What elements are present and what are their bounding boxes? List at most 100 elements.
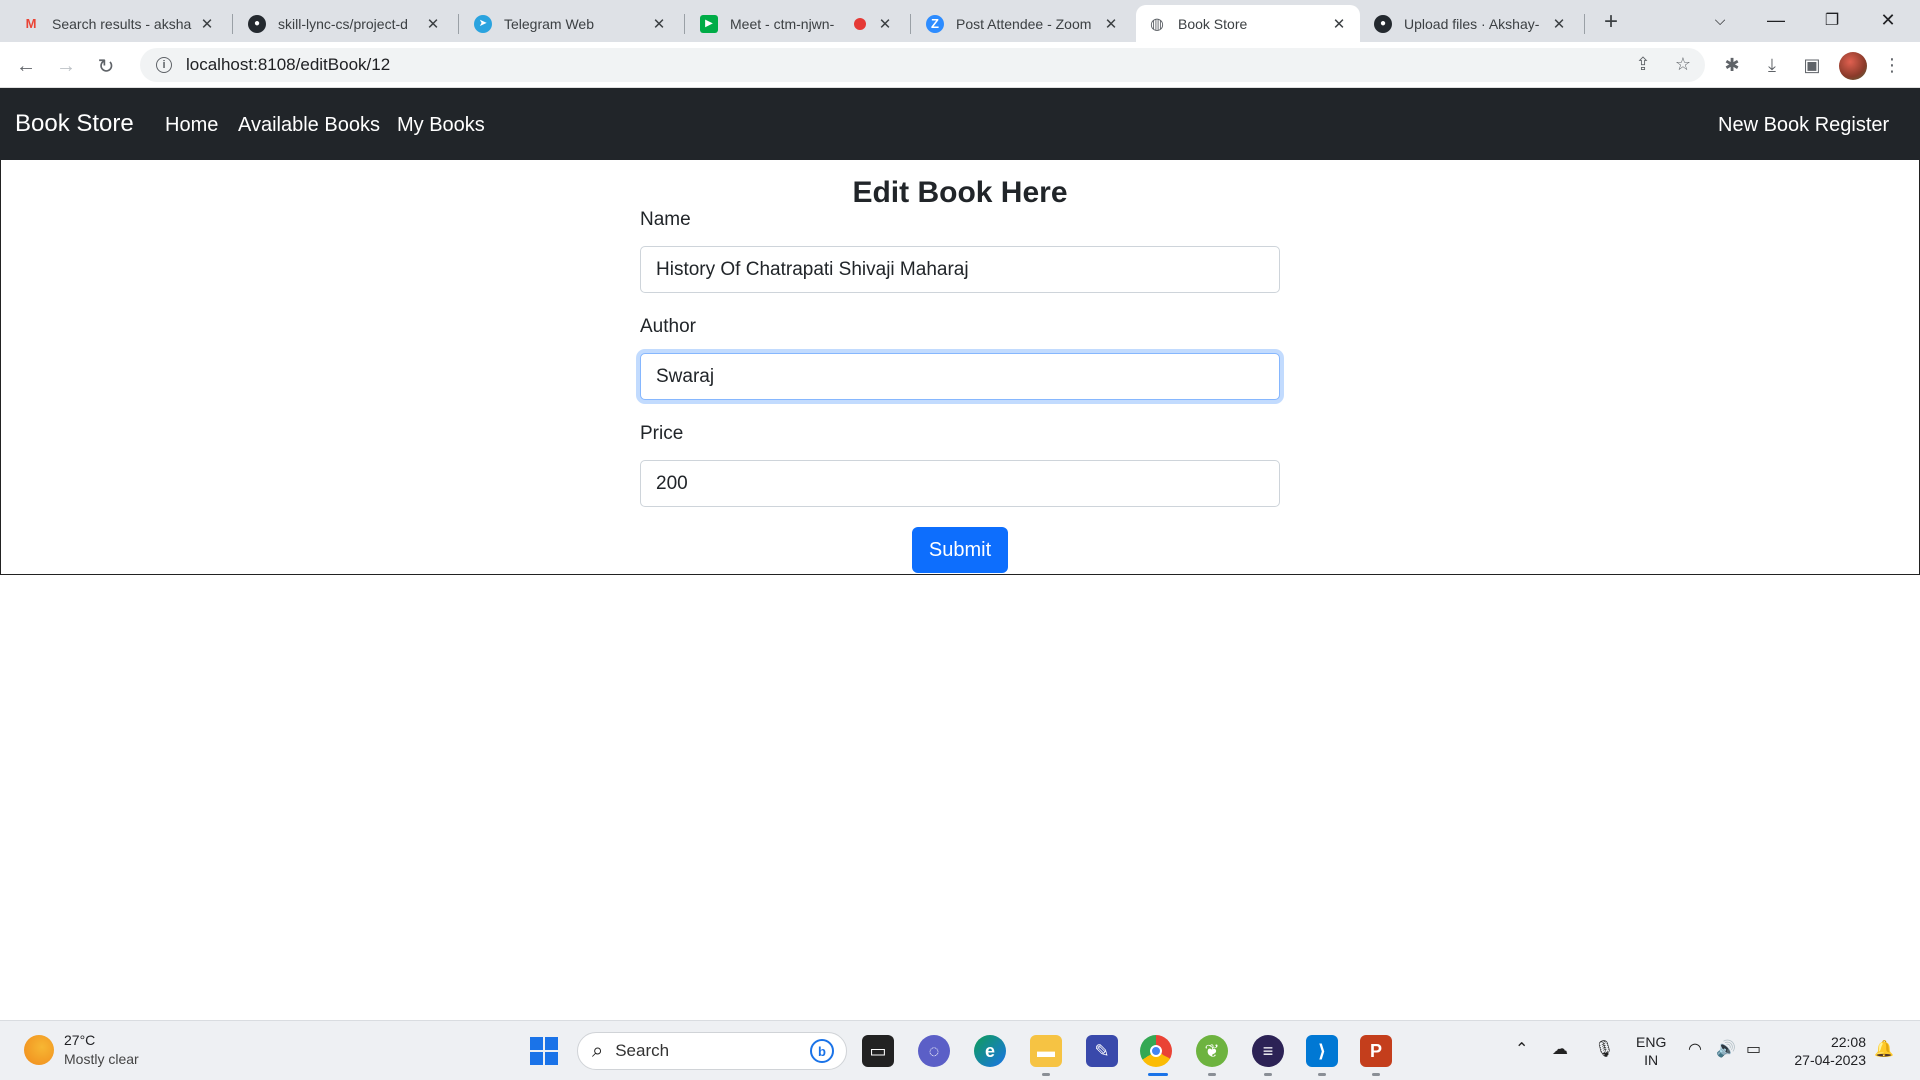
tab-divider <box>1584 14 1585 34</box>
extensions-puzzle-icon[interactable]: ✱ <box>1716 49 1748 81</box>
recording-icon <box>854 17 866 30</box>
share-icon[interactable]: ⇪ <box>1628 49 1658 79</box>
bing-icon: b <box>810 1039 834 1063</box>
spring-tool-suite-icon[interactable]: ❦ <box>1196 1035 1228 1067</box>
language-indicator[interactable]: ENG IN <box>1636 1033 1666 1069</box>
address-bar[interactable]: i localhost:8108/editBook/12 <box>140 48 1705 82</box>
back-arrow-icon[interactable]: ← <box>10 50 42 82</box>
tab-label: Search results - aksha <box>52 15 192 32</box>
restore-icon[interactable]: ❐ <box>1804 0 1860 40</box>
minimize-icon[interactable]: — <box>1748 0 1804 40</box>
onedrive-cloud-icon[interactable]: ☁ <box>1552 1039 1568 1059</box>
search-label: Search <box>615 1041 670 1060</box>
taskbar-search-box[interactable]: ⌕ Search b <box>577 1032 847 1070</box>
tab-zoom[interactable]: Z Post Attendee - Zoom ✕ <box>914 5 1132 42</box>
windows-start-icon[interactable] <box>528 1035 560 1067</box>
tab-label: Meet - ctm-njwn- <box>730 15 835 32</box>
tab-gmail[interactable]: M Search results - aksha ✕ <box>10 5 228 42</box>
price-field[interactable] <box>640 460 1280 507</box>
tab-meet[interactable]: ▶ Meet - ctm-njwn- ✕ <box>688 5 906 42</box>
language-code: ENG <box>1636 1034 1667 1050</box>
tab-upload-files[interactable]: ● Upload files · Akshay- ✕ <box>1362 5 1580 42</box>
chevron-up-icon[interactable]: ⌃ <box>1515 1039 1528 1059</box>
tab-telegram[interactable]: ➤ Telegram Web ✕ <box>462 5 680 42</box>
zoom-icon: Z <box>926 14 944 33</box>
close-icon[interactable]: ✕ <box>1550 15 1568 33</box>
tab-github-project[interactable]: ● skill-lync-cs/project-d ✕ <box>236 5 454 42</box>
battery-icon[interactable]: ▭ <box>1746 1039 1761 1059</box>
search-icon: ⌕ <box>592 1039 604 1062</box>
region-code: IN <box>1644 1052 1659 1068</box>
tab-label: Post Attendee - Zoom <box>956 15 1092 32</box>
close-icon[interactable]: ✕ <box>424 15 442 33</box>
close-icon[interactable]: ✕ <box>198 15 216 33</box>
weather-moon-icon[interactable] <box>24 1035 54 1065</box>
tab-label: Upload files · Akshay- <box>1404 15 1540 32</box>
system-clock[interactable]: 22:08 27-04-2023 <box>1786 1033 1866 1069</box>
file-explorer-icon[interactable]: ▬ <box>1030 1035 1062 1067</box>
volume-icon[interactable]: 🔊 <box>1716 1039 1736 1059</box>
telegram-icon: ➤ <box>474 14 492 33</box>
running-indicator <box>1208 1073 1216 1076</box>
forward-arrow-icon[interactable]: → <box>50 50 82 82</box>
close-window-icon[interactable]: ✕ <box>1860 0 1916 40</box>
profile-avatar[interactable] <box>1839 52 1867 80</box>
chrome-icon[interactable] <box>1140 1035 1172 1067</box>
clock-date: 27-04-2023 <box>1794 1052 1866 1068</box>
reload-icon[interactable]: ↻ <box>90 50 122 82</box>
wifi-icon[interactable]: ◠ <box>1688 1039 1702 1059</box>
tab-label: Telegram Web <box>504 15 595 32</box>
close-icon[interactable]: ✕ <box>650 15 668 33</box>
nav-link-new-book-register[interactable]: New Book Register <box>1718 114 1889 137</box>
running-indicator <box>1042 1073 1050 1076</box>
site-info-icon[interactable]: i <box>156 57 172 73</box>
side-panel-icon[interactable]: ▣ <box>1796 49 1828 81</box>
close-icon[interactable]: ✕ <box>876 15 894 33</box>
price-label: Price <box>640 423 684 444</box>
edge-browser-icon[interactable]: e <box>974 1035 1006 1067</box>
author-field[interactable] <box>640 353 1280 400</box>
globe-icon: ◍ <box>1150 15 1164 33</box>
navbar-brand[interactable]: Book Store <box>15 110 134 138</box>
site-navbar: Book Store Home Available Books My Books… <box>0 88 1920 160</box>
nav-link-available-books[interactable]: Available Books <box>238 114 380 137</box>
submit-button[interactable]: Submit <box>912 527 1008 573</box>
tab-divider <box>458 14 459 34</box>
clock-time: 22:08 <box>1830 1034 1866 1050</box>
browser-toolbar: ← → ↻ i localhost:8108/editBook/12 ⇪ ☆ ✱… <box>0 42 1920 88</box>
tab-book-store[interactable]: ◍ Book Store ✕ <box>1136 5 1360 42</box>
whiteboard-icon[interactable]: ✎ <box>1086 1035 1118 1067</box>
active-app-indicator <box>1148 1073 1168 1076</box>
kebab-menu-icon[interactable]: ⋮ <box>1876 49 1908 81</box>
name-label: Name <box>640 209 691 230</box>
close-icon[interactable]: ✕ <box>1330 15 1348 33</box>
microphone-icon[interactable]: 🎙 <box>1594 1039 1614 1059</box>
download-icon[interactable]: ⤓ <box>1756 49 1788 81</box>
author-label: Author <box>640 316 696 337</box>
tab-label: Book Store <box>1178 15 1248 32</box>
vscode-icon[interactable]: ⟩ <box>1306 1035 1338 1067</box>
tab-search-chevron-icon[interactable]: ⌵ <box>1692 0 1748 40</box>
github-icon: ● <box>1374 14 1392 33</box>
task-view-icon[interactable]: ▭ <box>862 1035 894 1067</box>
url-text: localhost:8108/editBook/12 <box>186 55 391 74</box>
taskbar: 27°C Mostly clear ⌕ Search b ▭ ◌ e ▬ ✎ ❦… <box>0 1020 1920 1080</box>
tab-divider <box>232 14 233 34</box>
notification-bell-icon[interactable]: 🔔 <box>1874 1039 1894 1059</box>
github-icon: ● <box>248 14 266 33</box>
tab-label: skill-lync-cs/project-d <box>278 15 408 32</box>
powerpoint-icon[interactable]: P <box>1360 1035 1392 1067</box>
nav-link-home[interactable]: Home <box>165 114 218 137</box>
eclipse-icon[interactable]: ≡ <box>1252 1035 1284 1067</box>
tab-strip: M Search results - aksha ✕ ● skill-lync-… <box>0 0 1920 42</box>
close-icon[interactable]: ✕ <box>1102 15 1120 33</box>
nav-link-my-books[interactable]: My Books <box>397 114 485 137</box>
running-indicator <box>1372 1073 1380 1076</box>
weather-description: Mostly clear <box>64 1051 139 1067</box>
name-field[interactable] <box>640 246 1280 293</box>
running-indicator <box>1264 1073 1272 1076</box>
meet-icon: ▶ <box>700 14 718 33</box>
bookmark-star-icon[interactable]: ☆ <box>1668 49 1698 79</box>
new-tab-button[interactable]: + <box>1595 6 1627 38</box>
chat-icon[interactable]: ◌ <box>918 1035 950 1067</box>
